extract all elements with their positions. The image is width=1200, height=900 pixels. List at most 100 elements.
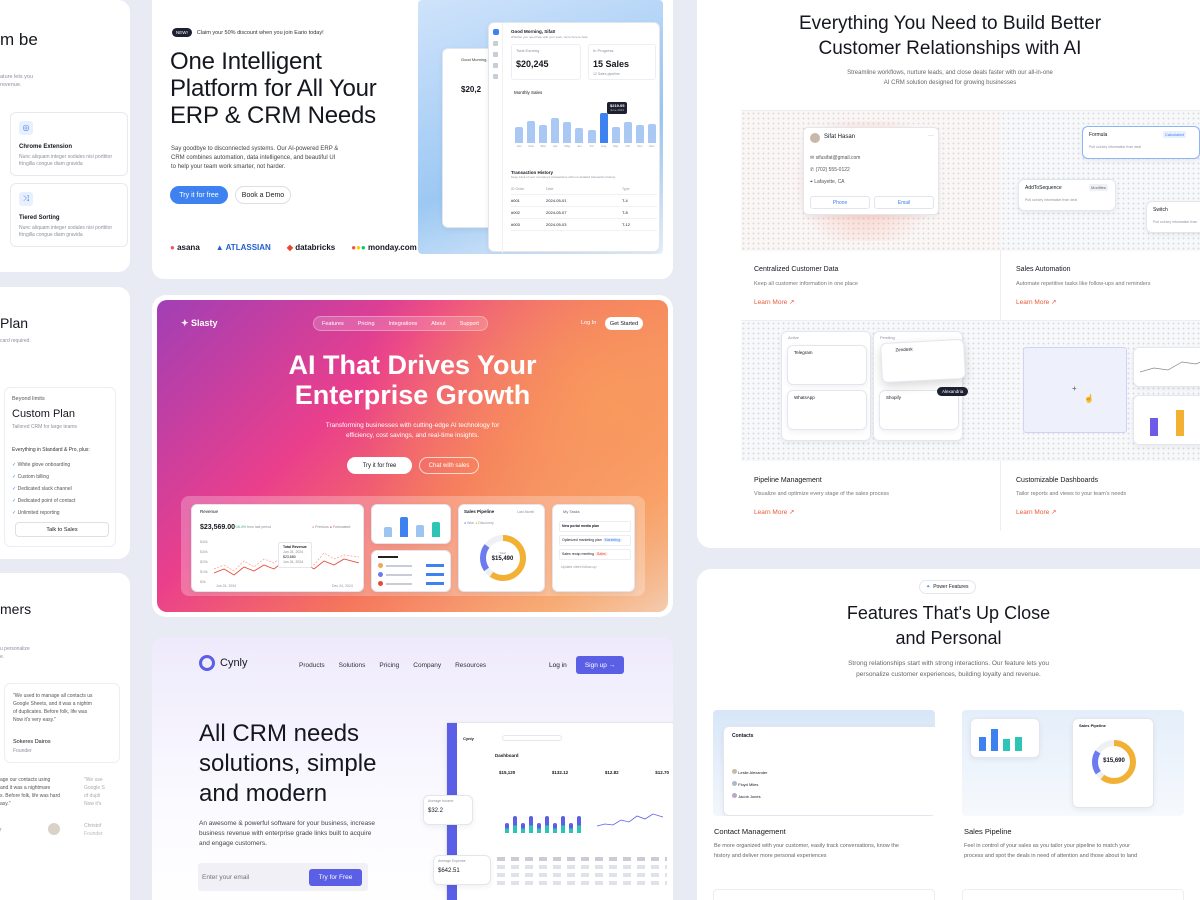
month-label: Dec — [649, 144, 655, 148]
date-end: Dec 24, 2024 — [332, 584, 353, 588]
task-item[interactable]: Update client follow-up — [559, 563, 631, 572]
hero-desc: Say goodbye to disconnected systems. Our… — [171, 146, 339, 170]
nav-pricing[interactable]: Pricing — [358, 321, 375, 327]
contact-name: Sifat Hasan — [824, 134, 856, 140]
pipeline-period[interactable]: Last Month — [517, 510, 534, 514]
more-icon[interactable]: ··· — [928, 133, 934, 139]
mini-bar-chart — [380, 515, 444, 537]
email-input[interactable] — [202, 869, 302, 885]
erp-hero-card: NEW! Claim your 50% discount when you jo… — [152, 0, 673, 279]
my-tasks-widget: My Tasks New portal media plan Optimized… — [552, 504, 635, 592]
email-button[interactable]: Email — [874, 196, 934, 209]
mini-bar-widget — [371, 504, 451, 544]
feature-title: Chrome Extension — [19, 144, 73, 150]
avatar — [810, 133, 820, 143]
nav-products[interactable]: Products — [299, 662, 325, 669]
dashboard-bar-widget — [1133, 395, 1200, 445]
monthly-sales-months: Jan Feb Mar Apr May Jun Jul Aug Sep Oct Nov Dec — [513, 144, 658, 150]
slasty-try-free-button[interactable]: Try it for free — [347, 457, 412, 474]
book-demo-button[interactable]: Book a Demo — [235, 186, 291, 204]
features-title: Everything You Need to Build Better Custo… — [798, 13, 1102, 59]
mini-bars — [970, 718, 1040, 758]
chrome-icon: ◎ — [19, 121, 33, 135]
cynly-signup-button[interactable]: Sign up → — [576, 656, 624, 674]
feature-desc: Be more organized with your customer, ea… — [714, 843, 899, 859]
sales-bar — [575, 128, 584, 143]
learn-more-link[interactable]: Learn More ↗ — [754, 508, 795, 516]
feature-desc: Nunc aliquam integer sodales nisi portti… — [19, 225, 113, 238]
plan-desc: Tailored CRM for large teams — [12, 424, 78, 430]
month-label: Jun — [577, 144, 582, 148]
mini-bar — [416, 524, 424, 537]
chart-bar — [537, 823, 541, 833]
cynly-title: All CRM needs solutions, simple and modern — [199, 720, 377, 807]
phone-button[interactable]: Phone — [810, 196, 870, 209]
month-label: Sep — [613, 144, 619, 148]
slasty-nav: Features Pricing Integrations About Supp… — [313, 316, 488, 331]
nav-solutions[interactable]: Solutions — [339, 662, 366, 669]
slasty-logo[interactable]: ✦ Slasty — [181, 318, 218, 329]
sales-bar — [515, 126, 524, 143]
task-item[interactable]: Sales recap meeting Sales — [559, 549, 631, 560]
nav-resources[interactable]: Resources — [455, 662, 486, 669]
revenue-yticks: $40k $30k $20k $10k $0k — [200, 540, 208, 584]
table-row[interactable]: #001 2024-05-01 T-4 — [511, 195, 657, 207]
task-item[interactable]: New portal media plan — [559, 521, 631, 532]
testimonial-quote-3: "We use Google Sof dupli Now it's — [84, 777, 105, 807]
slasty-logo-icon: ✦ — [181, 318, 192, 328]
features-sub: Streamline workflows, nurture leads, and… — [847, 70, 1053, 86]
sales-bar — [527, 120, 536, 143]
chart-bar — [529, 816, 533, 833]
nav-support[interactable]: Support — [460, 321, 479, 327]
plus-icon: + — [1072, 384, 1077, 393]
custom-plan-box: Beyond limits Custom Plan Tailored CRM f… — [4, 387, 116, 547]
table-row[interactable]: #003 2024-05-03 T-12 — [511, 219, 657, 231]
feature-desc: Keep all customer information in one pla… — [754, 281, 858, 287]
cynly-logo-icon — [199, 655, 215, 671]
login-link[interactable]: Log In — [581, 320, 596, 326]
sort-icon: ⤨ — [19, 192, 33, 206]
nav-company[interactable]: Company — [413, 662, 441, 669]
learn-more-link[interactable]: Learn More ↗ — [754, 298, 795, 306]
table-row[interactable]: #002 2024-05-07 T-8 — [511, 207, 657, 219]
mockup-main-panel: Good Morning, Sifat! Whether you need he… — [488, 22, 660, 253]
learn-more-link[interactable]: Learn More ↗ — [1016, 298, 1057, 306]
sales-bar — [623, 122, 632, 143]
mockup-sidebar — [489, 23, 503, 253]
learn-more-link[interactable]: Learn More ↗ — [1016, 508, 1057, 516]
nav-about[interactable]: About — [431, 321, 445, 327]
dashboard-placeholder[interactable]: + ☝ — [1023, 347, 1127, 433]
sales-bar — [599, 113, 608, 143]
try-for-free-button[interactable]: Try for Free — [309, 869, 362, 886]
nav-pricing[interactable]: Pricing — [379, 662, 399, 669]
get-started-button[interactable]: Get Started — [605, 317, 643, 330]
transaction-table: ID Order Date Type #001 2024-05-01 T-4 #002 202… — [511, 184, 657, 231]
in-progress-card: In Progress 15 Sales 12 Sales pipeline — [588, 44, 656, 80]
databricks-logo: ◆ databricks — [286, 243, 336, 252]
cynly-login-link[interactable]: Log in — [549, 662, 567, 669]
nav-features[interactable]: Features — [322, 321, 344, 327]
pipeline-value: $15,490 — [491, 556, 514, 562]
average-income-float: Average Income $32.2 — [423, 795, 473, 825]
feature-chrome-extension: ◎ Chrome Extension Nunc aliquam integer … — [10, 112, 128, 176]
dragged-card-zendesk[interactable]: Zendesk — [880, 338, 966, 384]
try-free-button[interactable]: Try it for free — [170, 186, 228, 204]
nav-integrations[interactable]: Integrations — [389, 321, 418, 327]
testimonial-fragment-4: r — [0, 827, 2, 833]
task-item[interactable]: Optimized marketing plan Marketing — [559, 535, 631, 546]
date-start: Jun 24, 2024 — [216, 584, 237, 588]
mockup-logo: Cynly — [463, 736, 474, 741]
features-grid: Sifat Hasan ··· ✉ sifusifat@gmail.com ✆ … — [741, 110, 1200, 531]
cynly-nav: Products Solutions Pricing Company Resou… — [299, 662, 486, 669]
pricing-sub: card required. — [0, 338, 31, 344]
slasty-chat-sales-button[interactable]: Chat with sales — [419, 457, 479, 474]
talk-to-sales-button[interactable]: Talk to Sales — [15, 522, 109, 537]
mini-list-widget — [371, 550, 451, 592]
month-label: May — [564, 144, 571, 148]
sales-bar — [551, 117, 560, 143]
testimonial-author: Sokeres Dairos — [13, 739, 51, 745]
cynly-logo[interactable]: Cynly — [199, 655, 248, 671]
transaction-history: Transaction History Keep track of your c… — [511, 170, 657, 250]
announcement-bar[interactable]: NEW! Claim your 50% discount when you jo… — [172, 28, 324, 37]
feature-title: Pipeline Management — [754, 477, 822, 484]
